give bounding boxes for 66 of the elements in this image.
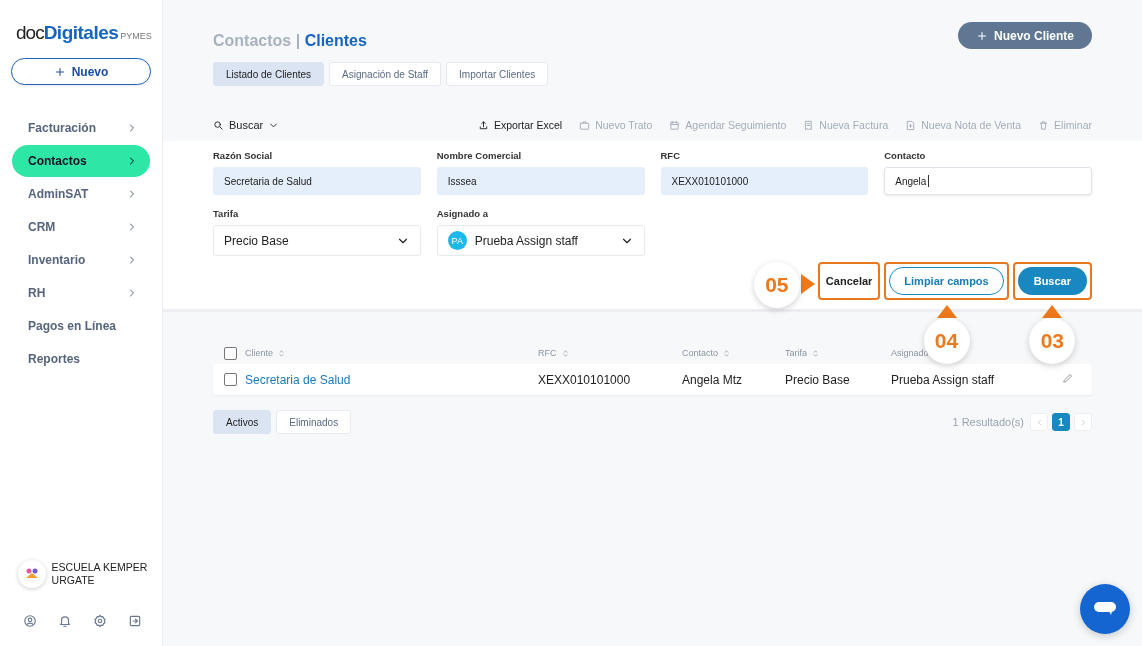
column-header[interactable]: Tarifa [785, 348, 807, 358]
organization-logo [18, 560, 46, 588]
plus-icon [976, 29, 988, 42]
client-link[interactable]: Secretaria de Salud [245, 372, 351, 387]
text-field[interactable]: Secretaria de Salud [213, 167, 421, 195]
nav-item[interactable]: AdminSAT [12, 178, 150, 210]
receipt-icon [803, 119, 815, 131]
column-header[interactable]: Contacto [682, 348, 719, 358]
logo: docDigitales PYMES [16, 22, 153, 44]
logout-icon[interactable] [128, 614, 142, 628]
status-tab[interactable]: Eliminados [276, 410, 352, 434]
nav-item[interactable]: CRM [12, 211, 150, 243]
tab[interactable]: Listado de Clientes [213, 62, 325, 86]
tab[interactable]: Asignación de Staff [329, 62, 442, 86]
tab[interactable]: Importar Clientes [446, 62, 549, 86]
search-icon [213, 119, 224, 131]
breadcrumb-separator: | [295, 32, 301, 49]
nav-item[interactable]: Reportes [12, 343, 150, 375]
nav-item[interactable]: Contactos [12, 145, 150, 177]
table-cell: Prueba Assign staff [891, 372, 995, 387]
status-tab[interactable]: Activos [213, 410, 272, 434]
column-header[interactable]: RFC [538, 348, 557, 358]
page-button[interactable]: 1 [1052, 413, 1070, 431]
clear-fields-button[interactable]: Limpiar campos [889, 267, 1004, 295]
new-button[interactable]: Nuevo [11, 58, 151, 85]
upload-icon [477, 119, 489, 131]
column-header[interactable]: Asignado [891, 348, 929, 358]
result-count: 1 Resultado(s) [952, 416, 1024, 428]
document-icon [905, 119, 917, 131]
field-label: Contacto [884, 150, 927, 161]
trash-icon [1038, 119, 1050, 131]
step-number: 05 [753, 262, 800, 308]
field-label: RFC [660, 150, 682, 161]
page-title: Clientes [304, 32, 367, 49]
field-label: Asignado a [436, 208, 489, 219]
search-button[interactable]: Buscar [1017, 267, 1087, 295]
account-name: ESCUELA KEMPER URGATE [51, 561, 149, 587]
user-icon[interactable] [23, 614, 37, 628]
new-client-button[interactable]: Nuevo Cliente [958, 22, 1092, 49]
bell-icon[interactable] [58, 614, 72, 628]
dropdown[interactable]: PA Prueba Assign staff [436, 225, 645, 256]
text-field[interactable]: XEXX010101000 [660, 167, 869, 195]
toolbar-action[interactable]: Exportar Excel [477, 119, 563, 131]
checkbox[interactable] [224, 373, 237, 386]
field-label: Tarifa [213, 208, 240, 219]
settings-icon[interactable] [93, 614, 107, 628]
calendar-icon [669, 119, 681, 131]
briefcase-icon [579, 119, 591, 131]
checkbox[interactable] [224, 346, 237, 360]
search-menu[interactable]: Buscar [213, 119, 280, 131]
text-field[interactable]: Angela [884, 167, 1092, 195]
table-cell: XEXX010101000 [538, 372, 631, 387]
nav-item[interactable]: Inventario [12, 244, 150, 276]
step-number: 03 [1029, 318, 1076, 364]
field-label: Nombre Comercial [436, 150, 523, 161]
nav-item[interactable]: RH [12, 277, 150, 309]
dropdown[interactable]: Precio Base [213, 225, 421, 256]
column-header[interactable]: Cliente [245, 348, 273, 358]
table-cell: Precio Base [785, 372, 850, 387]
field-label: Razón Social [213, 150, 274, 161]
text-field[interactable]: Isssea [436, 167, 645, 195]
plus-icon [53, 65, 66, 78]
nav-item[interactable]: Facturación [12, 112, 150, 144]
table-cell: Angela Mtz [682, 372, 743, 387]
chat-button[interactable] [1080, 584, 1130, 634]
nav-item[interactable]: Pagos en Línea [12, 310, 150, 342]
